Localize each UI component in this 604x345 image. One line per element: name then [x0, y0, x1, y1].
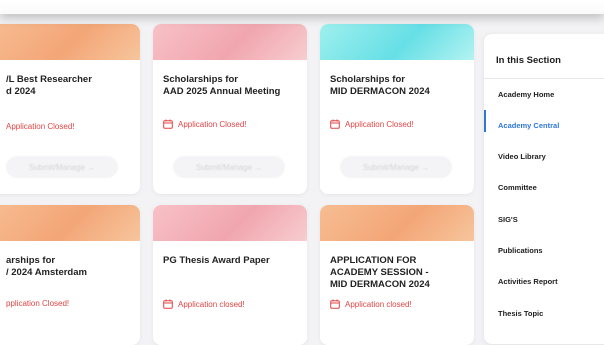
submit-manage-button[interactable]: Submit/Manage → [6, 156, 118, 178]
sidebar-item-activities-report[interactable]: Activities Report [498, 277, 558, 286]
status-text: Application closed! [178, 299, 245, 309]
calendar-icon [163, 119, 173, 129]
opportunity-card[interactable]: APPLICATION FOR ACADEMY SESSION - MID DE… [320, 205, 474, 345]
active-indicator [484, 110, 486, 132]
status-badge: Application Closed! [6, 122, 74, 131]
card-title: Scholarships for MID DERMACON 2024 [330, 74, 430, 97]
card-banner [320, 24, 474, 60]
card-title: Scholarships for AAD 2025 Annual Meeting [163, 74, 281, 97]
card-title: APPLICATION FOR ACADEMY SESSION - MID DE… [330, 255, 430, 290]
status-badge: Application closed! [330, 299, 412, 309]
submit-manage-button[interactable]: Submit/Manage → [173, 156, 285, 178]
sidebar-item-sigs[interactable]: SIG'S [498, 215, 518, 224]
card-banner [153, 24, 307, 60]
sidebar-item-academy-home[interactable]: Academy Home [498, 90, 554, 99]
status-text: Application Closed! [6, 122, 75, 131]
calendar-icon [163, 299, 173, 309]
calendar-icon [330, 299, 340, 309]
sidebar-item-thesis-topic[interactable]: Thesis Topic [498, 309, 543, 318]
section-sidebar: In this Section Academy Home Academy Cen… [484, 34, 604, 344]
status-text: Application closed! [345, 299, 412, 309]
card-banner [320, 205, 474, 241]
sidebar-item-academy-central[interactable]: Academy Central [498, 121, 559, 130]
status-text: Application Closed! [178, 119, 247, 129]
status-badge: pplication Closed! [6, 299, 69, 308]
top-header-bar [0, 0, 604, 14]
sidebar-item-video-library[interactable]: Video Library [498, 152, 546, 161]
opportunity-card[interactable]: PG Thesis Award Paper Application closed… [153, 205, 307, 345]
card-title: PG Thesis Award Paper [163, 255, 270, 266]
opportunity-card[interactable]: /L Best Researcher d 2024 Application Cl… [0, 24, 140, 194]
card-banner [153, 205, 307, 241]
status-text: Application Closed! [345, 119, 414, 129]
card-title: /L Best Researcher d 2024 [6, 74, 92, 97]
status-badge: Application closed! [163, 299, 245, 309]
status-badge: Application Closed! [330, 119, 413, 129]
sidebar-item-publications[interactable]: Publications [498, 246, 543, 255]
status-badge: Application Closed! [163, 119, 246, 129]
opportunity-card[interactable]: Scholarships for AAD 2025 Annual Meeting… [153, 24, 307, 194]
opportunity-card[interactable]: arships for / 2024 Amsterdam pplication … [0, 205, 140, 345]
card-title: arships for / 2024 Amsterdam [6, 255, 87, 278]
card-banner [0, 205, 140, 241]
calendar-icon [330, 119, 340, 129]
submit-manage-button[interactable]: Submit/Manage → [340, 156, 452, 178]
sidebar-divider [484, 78, 604, 79]
status-text: pplication Closed! [6, 299, 70, 308]
sidebar-title: In this Section [496, 55, 561, 66]
sidebar-item-committee[interactable]: Committee [498, 183, 537, 192]
card-banner [0, 24, 140, 60]
opportunity-card[interactable]: Scholarships for MID DERMACON 2024 Appli… [320, 24, 474, 194]
